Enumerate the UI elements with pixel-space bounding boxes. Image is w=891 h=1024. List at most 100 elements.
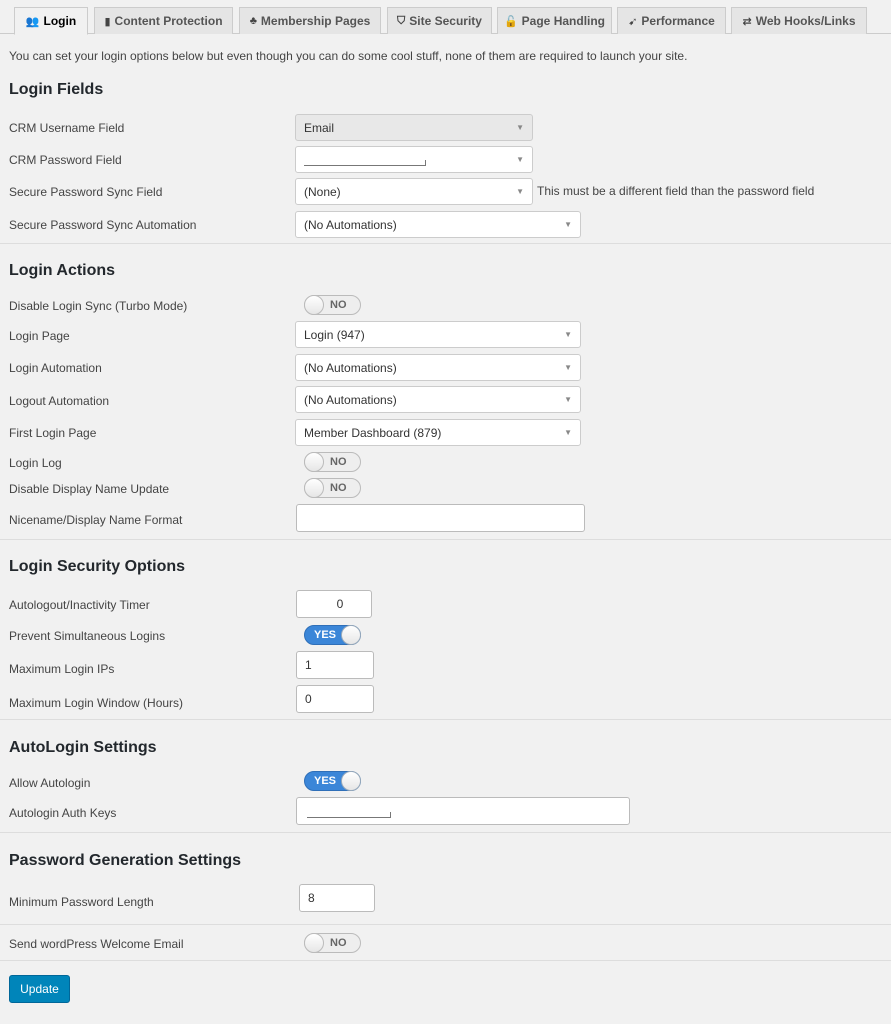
tab-login[interactable]: 👥 Login — [14, 7, 88, 35]
tab-label: Performance — [641, 14, 715, 28]
login-automation-select[interactable]: (No Automations) ▼ — [295, 354, 581, 381]
rocket-icon: ➹ — [628, 15, 638, 28]
tab-site-security[interactable]: ⛉ Site Security — [387, 7, 492, 34]
tab-web-hooks-links[interactable]: ⇄ Web Hooks/Links — [731, 7, 867, 34]
unlock-icon: 🔓 — [503, 15, 518, 28]
settings-tabs: 👥 Login ▮ Content Protection ♣ Membershi… — [0, 7, 891, 35]
disable-display-name-label: Disable Display Name Update — [9, 482, 170, 496]
allow-autologin-toggle[interactable]: YES — [304, 771, 361, 791]
toggle-state: NO — [330, 456, 347, 468]
tab-label: Site Security — [409, 14, 482, 28]
toggle-state: NO — [330, 299, 347, 311]
sitemap-icon: ♣ — [249, 15, 257, 27]
crm-username-select[interactable]: Email ▼ — [295, 114, 533, 141]
section-title-password-generation: Password Generation Settings — [9, 852, 242, 869]
prevent-simultaneous-label: Prevent Simultaneous Logins — [9, 629, 166, 643]
allow-autologin-label: Allow Autologin — [9, 776, 91, 790]
toggle-knob — [304, 933, 324, 953]
tab-label: Content Protection — [114, 14, 223, 28]
tab-content-protection[interactable]: ▮ Content Protection — [94, 7, 233, 34]
autologout-input[interactable]: 0 — [296, 590, 372, 618]
crm-password-select[interactable]: ▼ — [295, 146, 533, 173]
tab-membership-pages[interactable]: ♣ Membership Pages — [239, 7, 381, 34]
dropdown-arrow-icon: ▼ — [564, 330, 572, 339]
tab-label: Login — [43, 14, 77, 28]
secure-sync-field-select[interactable]: (None) ▼ — [295, 178, 533, 205]
select-value: (No Automations) — [304, 217, 397, 232]
divider — [0, 539, 891, 540]
select-value: (No Automations) — [304, 360, 397, 375]
toggle-state: NO — [330, 482, 347, 494]
redacted-value — [307, 812, 391, 818]
tab-label: Web Hooks/Links — [755, 14, 856, 28]
section-title-login-security: Login Security Options — [9, 558, 186, 575]
dropdown-arrow-icon: ▼ — [564, 220, 572, 229]
tab-page-handling[interactable]: 🔓 Page Handling — [497, 7, 612, 34]
crm-username-label: CRM Username Field — [9, 121, 125, 135]
section-title-login-actions: Login Actions — [9, 262, 116, 279]
section-title-login-fields: Login Fields — [9, 81, 104, 98]
users-icon: 👥 — [25, 15, 40, 28]
tab-performance[interactable]: ➹ Performance — [617, 7, 726, 34]
toggle-knob — [304, 295, 324, 315]
nicename-format-label: Nicename/Display Name Format — [9, 513, 183, 527]
login-automation-label: Login Automation — [9, 361, 102, 375]
dropdown-arrow-icon: ▼ — [564, 428, 572, 437]
max-ips-label: Maximum Login IPs — [9, 662, 115, 676]
login-page-label: Login Page — [9, 329, 70, 343]
login-page-select[interactable]: Login (947) ▼ — [295, 321, 581, 348]
select-value: Login (947) — [304, 327, 365, 342]
divider — [0, 924, 891, 925]
prevent-simultaneous-toggle[interactable]: YES — [304, 625, 361, 645]
select-value: (No Automations) — [304, 392, 397, 407]
logout-automation-select[interactable]: (No Automations) ▼ — [295, 386, 581, 413]
dropdown-arrow-icon: ▼ — [516, 155, 524, 164]
auth-keys-label: Autologin Auth Keys — [9, 806, 117, 820]
disable-display-name-toggle[interactable]: NO — [304, 478, 361, 498]
disable-login-sync-label: Disable Login Sync (Turbo Mode) — [9, 299, 188, 313]
tab-label: Membership Pages — [260, 14, 371, 28]
toggle-state: NO — [330, 937, 347, 949]
first-login-page-select[interactable]: Member Dashboard (879) ▼ — [295, 419, 581, 446]
crm-password-label: CRM Password Field — [9, 153, 122, 167]
max-window-label: Maximum Login Window (Hours) — [9, 696, 184, 710]
divider — [0, 832, 891, 833]
secure-sync-hint: This must be a different field than the … — [537, 184, 815, 198]
disable-login-sync-toggle[interactable]: NO — [304, 295, 361, 315]
dropdown-arrow-icon: ▼ — [564, 395, 572, 404]
section-title-autologin: AutoLogin Settings — [9, 739, 157, 756]
max-ips-input[interactable]: 1 — [296, 651, 374, 679]
divider — [0, 243, 891, 244]
tab-label: Page Handling — [521, 14, 606, 28]
update-button[interactable]: Update — [9, 975, 70, 1003]
first-login-page-label: First Login Page — [9, 426, 97, 440]
welcome-email-label: Send wordPress Welcome Email — [9, 937, 184, 951]
toggle-knob — [341, 771, 361, 791]
secure-sync-automation-select[interactable]: (No Automations) ▼ — [295, 211, 581, 238]
min-password-length-label: Minimum Password Length — [9, 895, 154, 909]
select-value: (None) — [304, 184, 341, 199]
toggle-state: YES — [314, 629, 337, 641]
auth-keys-input[interactable] — [296, 797, 630, 825]
login-log-toggle[interactable]: NO — [304, 452, 361, 472]
intro-text: You can set your login options below but… — [9, 49, 688, 63]
select-value: Member Dashboard (879) — [304, 425, 442, 440]
welcome-email-toggle[interactable]: NO — [304, 933, 361, 953]
dropdown-arrow-icon: ▼ — [516, 187, 524, 196]
divider — [0, 960, 891, 961]
toggle-knob — [304, 478, 324, 498]
dropdown-arrow-icon: ▼ — [516, 123, 524, 132]
min-password-length-input[interactable]: 8 — [299, 884, 375, 912]
autologout-label: Autologout/Inactivity Timer — [9, 598, 150, 612]
logout-automation-label: Logout Automation — [9, 394, 110, 408]
shield-icon: ⛉ — [397, 14, 406, 27]
login-log-label: Login Log — [9, 456, 62, 470]
toggle-knob — [304, 452, 324, 472]
secure-sync-field-label: Secure Password Sync Field — [9, 185, 163, 199]
nicename-format-input[interactable] — [296, 504, 585, 532]
dropdown-arrow-icon: ▼ — [564, 363, 572, 372]
toggle-state: YES — [314, 775, 337, 787]
redacted-value — [304, 160, 426, 166]
max-window-input[interactable]: 0 — [296, 685, 374, 713]
file-icon: ▮ — [104, 15, 111, 28]
